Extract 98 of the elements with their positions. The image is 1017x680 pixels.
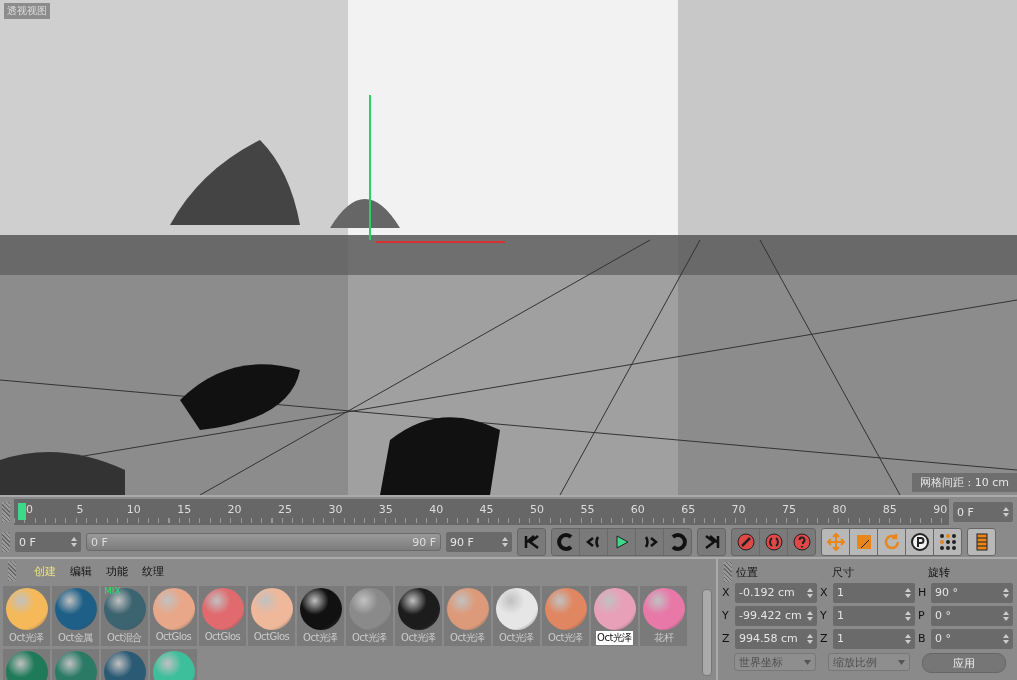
value-field[interactable]: -99.422 cm xyxy=(735,605,817,626)
material-name: Oct光泽 xyxy=(596,631,633,645)
axis-label: Z xyxy=(722,632,731,645)
spinner-icon xyxy=(905,609,911,622)
material-name: Oct光泽 xyxy=(303,631,338,645)
material-name: Oct光泽 xyxy=(401,631,436,645)
material-name: Oct光泽 xyxy=(9,631,44,645)
material-swatch[interactable]: Oct光泽 xyxy=(346,586,393,646)
timeline-ruler[interactable]: 0 5 10 15 20 25 30 35 40 45 50 55 60 65 70 75 80 85 90 xyxy=(14,499,949,525)
tick-label: 50 xyxy=(530,503,544,516)
axis-label: X xyxy=(722,586,731,599)
tick-label: 40 xyxy=(429,503,444,516)
menu-item[interactable]: 创建 xyxy=(34,563,56,579)
start-frame-field[interactable]: 0 F xyxy=(15,532,81,552)
material-name: Oct光泽 xyxy=(450,631,485,645)
spinner-icon xyxy=(807,586,813,599)
material-swatch[interactable]: Oct光泽 xyxy=(444,586,491,646)
grid-spacing-label: 网格间距 : 10 cm xyxy=(912,473,1017,492)
value-field[interactable]: 0 ° xyxy=(931,628,1013,649)
current-frame-field[interactable]: 0 F xyxy=(953,502,1013,522)
material-swatch[interactable]: Oct光泽 xyxy=(395,586,442,646)
axis-label: P xyxy=(918,609,926,622)
value-field[interactable]: 0 ° xyxy=(931,605,1013,626)
tick-label: 65 xyxy=(681,503,696,516)
end-frame-field[interactable]: 90 F xyxy=(446,532,512,552)
tick-label: 35 xyxy=(378,503,393,516)
tick-label: 75 xyxy=(782,503,796,516)
material-name: OctGlos xyxy=(253,631,290,642)
grip-handle[interactable] xyxy=(8,561,16,581)
tick-label: 85 xyxy=(882,503,897,516)
spinner-icon xyxy=(502,536,508,548)
tick-label: 5 xyxy=(76,503,84,516)
column-header: 位置 xyxy=(736,564,759,580)
axis-label: Z xyxy=(820,632,829,645)
tick-label: 15 xyxy=(177,503,192,516)
value-field[interactable]: 1 xyxy=(833,628,915,649)
material-swatch[interactable]: OctGlos xyxy=(199,586,246,646)
material-swatch[interactable]: Oct金属 xyxy=(52,586,99,646)
value-field[interactable]: 90 ° xyxy=(931,582,1013,603)
material-name: 花杆 xyxy=(654,631,673,645)
material-swatch[interactable]: Oct光泽 xyxy=(3,586,50,646)
value-field[interactable]: 1 xyxy=(833,605,915,626)
caret-icon xyxy=(898,659,905,665)
material-swatch[interactable]: Oct光泽 xyxy=(297,586,344,646)
tick-label: 25 xyxy=(278,503,292,516)
spinner-icon xyxy=(905,632,911,645)
axis-label: X xyxy=(820,586,829,599)
spinner-icon xyxy=(905,586,911,599)
material-swatch[interactable]: OctGlos xyxy=(150,586,197,646)
menu-item[interactable]: 编辑 xyxy=(70,563,92,579)
tick-label: 55 xyxy=(580,503,595,516)
spinner-icon xyxy=(1003,586,1009,599)
material-swatch[interactable]: Oct光泽 xyxy=(542,586,589,646)
tick-label: 80 xyxy=(832,503,847,516)
spinner-icon xyxy=(1003,609,1009,622)
caret-icon xyxy=(804,659,811,665)
grip-handle[interactable] xyxy=(2,532,10,552)
menu-item[interactable]: 纹理 xyxy=(142,563,164,579)
axis-label: H xyxy=(918,586,928,599)
material-name: OctGlos xyxy=(155,631,192,642)
axis-label: Y xyxy=(820,609,828,622)
spinner-icon xyxy=(807,632,813,645)
material-swatch[interactable]: MIX Oct混合 xyxy=(101,586,148,646)
column-header: 旋转 xyxy=(928,564,951,580)
viewport-title: 透视视图 xyxy=(4,3,50,19)
tick-label: 30 xyxy=(328,503,343,516)
spinner-icon xyxy=(71,536,77,548)
material-swatch[interactable]: Oct光泽 xyxy=(591,586,638,646)
value-field[interactable]: 1 xyxy=(833,582,915,603)
mix-label: MIX xyxy=(104,586,121,596)
grip-handle[interactable] xyxy=(2,502,10,522)
spinner-icon xyxy=(1003,506,1009,518)
spinner-icon xyxy=(1003,632,1009,645)
value-field[interactable]: 994.58 cm xyxy=(735,628,817,649)
scrollbar[interactable] xyxy=(702,589,712,676)
material-name: OctGlos xyxy=(204,631,241,642)
material-name: Oct混合 xyxy=(107,631,142,645)
spinner-icon xyxy=(807,609,813,622)
tick-label: 60 xyxy=(630,503,645,516)
menu-item[interactable]: 功能 xyxy=(106,563,128,579)
material-name: Oct金属 xyxy=(58,631,93,645)
grip-handle[interactable] xyxy=(724,562,732,582)
material-name: Oct光泽 xyxy=(548,631,583,645)
material-name: Oct光泽 xyxy=(499,631,534,645)
material-swatch[interactable]: OctGlos xyxy=(248,586,295,646)
material-swatch[interactable]: Oct光泽 xyxy=(493,586,540,646)
tick-label: 45 xyxy=(479,503,494,516)
column-header: 尺寸 xyxy=(832,564,855,580)
tick-label: 20 xyxy=(227,503,242,516)
tick-label: 0 xyxy=(26,503,33,516)
tick-label: 10 xyxy=(126,503,141,516)
axis-label: B xyxy=(918,632,927,645)
tick-label: 70 xyxy=(731,503,746,516)
material-swatch[interactable]: 花杆 xyxy=(640,586,687,646)
material-name: Oct光泽 xyxy=(352,631,387,645)
axis-label: Y xyxy=(722,609,730,622)
tick-label: 90 xyxy=(933,503,948,516)
value-field[interactable]: -0.192 cm xyxy=(735,582,817,603)
